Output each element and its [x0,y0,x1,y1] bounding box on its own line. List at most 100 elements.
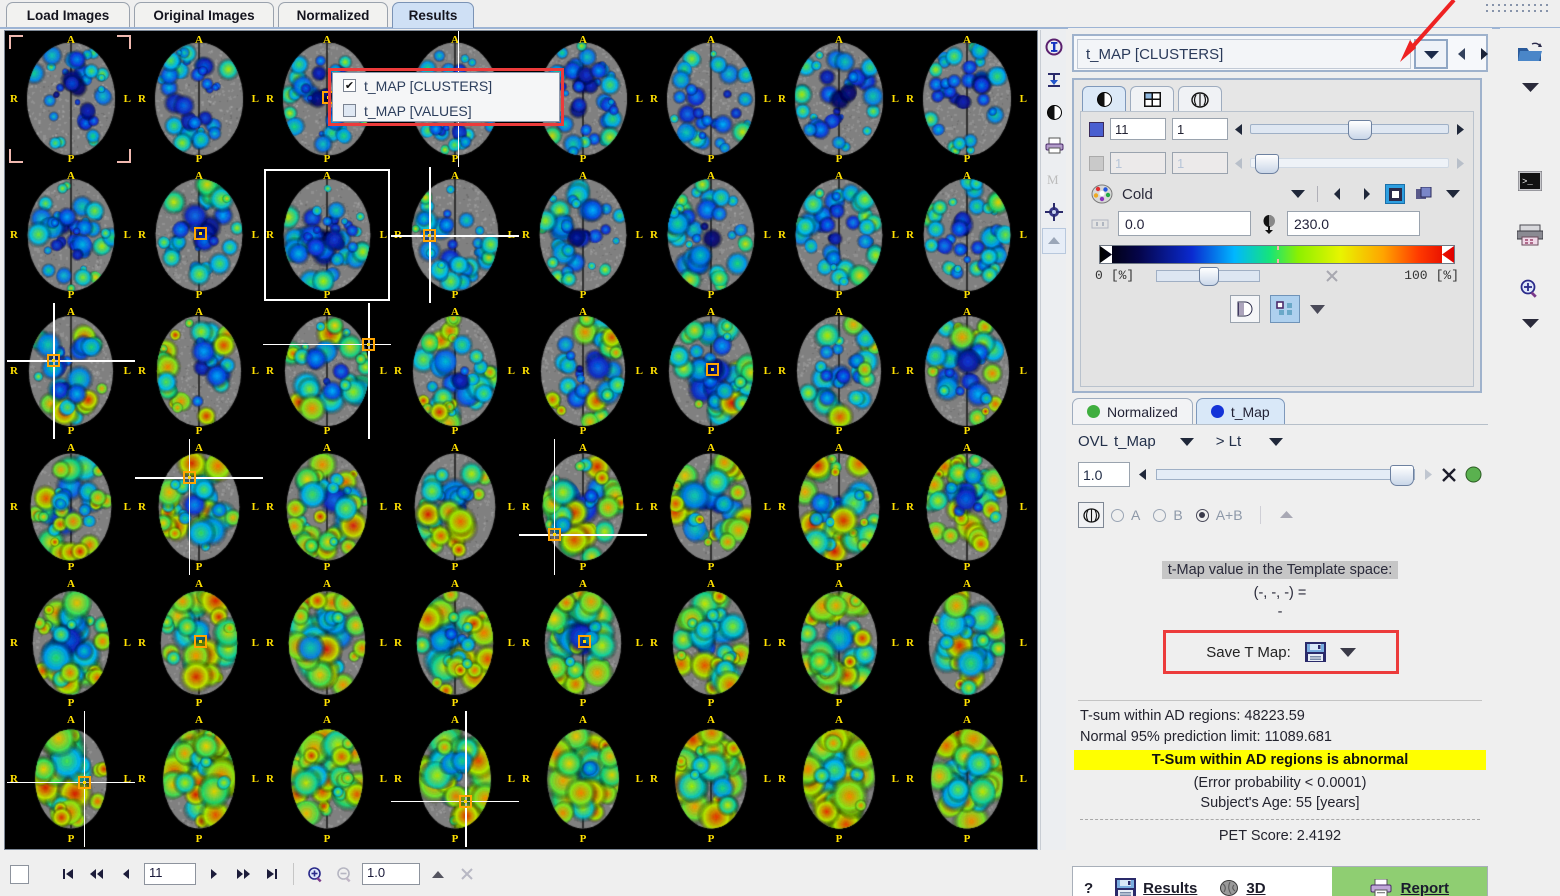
slice-cell[interactable]: APRL [647,575,775,711]
slice-cell[interactable]: APRL [391,167,519,303]
slice-cell[interactable]: APRL [519,167,647,303]
chevron-down-icon[interactable] [1500,74,1560,100]
fast-rewind-icon[interactable] [86,863,108,885]
tab-original-images[interactable]: Original Images [134,2,274,28]
slice-index-input[interactable]: 11 [144,863,196,885]
gamma-slider[interactable] [1156,266,1261,286]
fast-forward-icon[interactable] [232,863,254,885]
slice-cell[interactable]: APRL [775,575,903,711]
minitab-layout[interactable] [1130,86,1174,112]
colormap-menu-icon[interactable] [1288,184,1308,204]
slice-cell[interactable]: APRL [647,303,775,439]
colormap-min-input[interactable]: 0.0 [1118,211,1251,236]
help-button[interactable]: ? [1073,867,1104,896]
colormap-next-icon[interactable] [1356,184,1376,204]
primary-slider-thumb[interactable] [1347,120,1372,140]
slice-cell[interactable]: APRL [775,439,903,575]
gradient-left-cap[interactable] [1100,246,1112,263]
checkbox-checked-icon[interactable]: ✔ [343,79,356,92]
triangle-up-icon[interactable] [427,863,449,885]
slice-cell[interactable]: APRL [903,439,1031,575]
display-options-icon[interactable] [1309,304,1325,314]
slice-cell[interactable]: APRL [135,711,263,847]
colormap-prev-icon[interactable] [1327,184,1347,204]
slice-cell[interactable]: APRL [263,303,391,439]
slice-cell[interactable]: APRL [903,575,1031,711]
slice-cell[interactable]: APRL [647,31,775,167]
slice-cell[interactable]: APRL [135,167,263,303]
slice-cell[interactable]: APRL [903,711,1031,847]
anchor-icon[interactable] [1041,63,1067,96]
slice-cell[interactable]: APRL [135,575,263,711]
view-3d-button[interactable]: 3D [1208,867,1276,896]
gradient-right-cap[interactable] [1442,246,1454,263]
threshold-prev-icon[interactable] [1138,468,1148,481]
slice-cell[interactable]: APRL [903,303,1031,439]
minitab-contrast[interactable] [1082,86,1126,112]
radio-a-plus-b[interactable] [1195,508,1209,522]
comparator-dropdown-icon[interactable] [1269,437,1284,446]
printer-icon[interactable] [1041,129,1067,162]
primary-slider-track[interactable] [1250,120,1449,140]
slice-cell[interactable]: APRL [135,439,263,575]
slice-cell[interactable]: APRL [519,439,647,575]
select-all-checkbox[interactable] [10,864,29,884]
save-results-button[interactable]: Results [1104,867,1208,896]
slice-cell[interactable]: APRL [775,167,903,303]
slice-cell[interactable]: APRL [775,711,903,847]
report-button[interactable]: Report [1331,867,1487,896]
slice-cell[interactable]: APRL [391,711,519,847]
slice-cell[interactable]: APRL [7,575,135,711]
voxel-marker[interactable] [459,794,473,808]
chevron-down-icon[interactable] [1414,39,1448,69]
skip-first-icon[interactable] [57,863,79,885]
cluster-view-icon[interactable] [1269,295,1300,323]
map-selector-combo[interactable]: t_MAP [CLUSTERS] [1072,34,1488,72]
contrast-icon[interactable] [1041,96,1067,129]
slice-cell[interactable]: APRL [391,575,519,711]
map-selector-value[interactable]: t_MAP [CLUSTERS] [1077,39,1411,69]
image-viewer[interactable]: APRLAPRLAPRLAPRLAPRLAPRLAPRLAPRLAPRLAPRL… [4,30,1038,850]
radio-a[interactable] [1111,508,1124,522]
slice-cell[interactable]: APRL [775,31,903,167]
colormap-gradient-bar[interactable] [1099,245,1455,264]
fusion-icon[interactable] [1078,502,1104,528]
slice-cell[interactable]: APRL [391,439,519,575]
slice-cell[interactable]: APRL [7,439,135,575]
chevron-down-icon[interactable] [1500,310,1560,336]
step-back-icon[interactable] [115,863,137,885]
primary-value-a[interactable]: 11 [1110,118,1166,140]
clear-threshold-icon[interactable] [1441,467,1457,483]
skip-last-icon[interactable] [261,863,283,885]
map-selector-dropdown[interactable]: ✔ t_MAP [CLUSTERS] t_MAP [VALUES] [332,72,560,122]
open-folder-icon[interactable] [1500,32,1560,74]
slice-cell[interactable]: APRL [263,575,391,711]
slice-cell[interactable]: APRL [7,303,135,439]
slider-prev-icon[interactable] [1234,123,1244,136]
x-icon[interactable] [1325,269,1339,283]
triangle-right-icon[interactable] [1474,39,1494,69]
step-forward-icon[interactable] [203,863,225,885]
slice-cell[interactable]: APRL [519,303,647,439]
mode-expand-icon[interactable] [1279,511,1293,519]
zoom-in-icon[interactable] [304,863,326,885]
tab-load-images[interactable]: Load Images [6,2,130,28]
slice-cell[interactable]: APRL [263,711,391,847]
zoom-in-icon[interactable] [1500,268,1560,310]
voxel-marker[interactable] [577,634,591,648]
primary-value-b[interactable]: 1 [1172,118,1228,140]
slice-cell[interactable]: APRL [7,31,135,167]
voxel-marker[interactable] [361,337,375,351]
voxel-marker[interactable] [547,528,561,542]
voxel-marker[interactable] [47,354,61,368]
overlay-status-dot[interactable] [1465,466,1482,483]
slice-cell[interactable]: APRL [903,31,1031,167]
rail-collapse-icon[interactable] [1042,228,1066,254]
comparator-value[interactable]: > Lt [1216,433,1241,450]
slice-cell[interactable]: APRL [647,439,775,575]
info-icon[interactable] [1041,30,1067,63]
crosshair-icon[interactable] [1041,195,1067,228]
copy-colormap-icon[interactable] [1414,184,1434,204]
threshold-slider-thumb[interactable] [1390,465,1414,486]
overlay-tab-normalized[interactable]: Normalized [1072,398,1193,424]
